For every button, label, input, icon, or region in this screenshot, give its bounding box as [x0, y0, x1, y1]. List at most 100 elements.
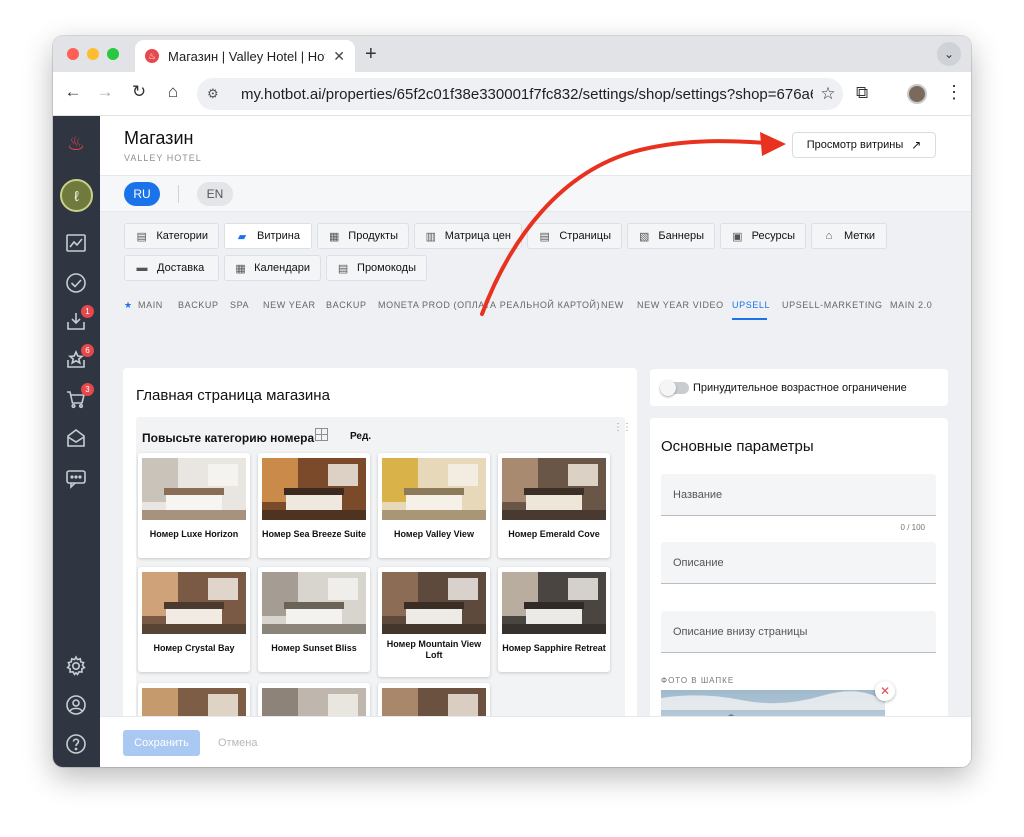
language-en[interactable]: EN: [197, 182, 233, 206]
remove-photo-icon[interactable]: ✕: [875, 681, 895, 701]
tab-label: Продукты: [348, 230, 398, 242]
tab-strip: ♨ Магазин | Valley Hotel | Hotbot ✕ + ⌄: [53, 36, 971, 72]
analytics-icon[interactable]: [63, 230, 89, 256]
bottom-description-field-label: Описание внизу страницы: [673, 626, 808, 638]
name-field-label: Название: [673, 489, 723, 501]
room-card[interactable]: Номер Mountain View Loft: [378, 567, 490, 677]
maximize-window-button[interactable]: [107, 48, 119, 60]
tab-price-matrix[interactable]: ▥ Матрица цен: [414, 223, 522, 249]
room-card[interactable]: Номер Luxe Horizon: [138, 453, 250, 558]
extensions-icon[interactable]: ⧉: [856, 83, 868, 103]
external-link-icon: ↗: [911, 138, 922, 152]
tab-tags[interactable]: ⌂ Метки: [811, 223, 887, 249]
tab-products[interactable]: ▦ Продукты: [317, 223, 409, 249]
category-icon: ▤: [136, 230, 147, 243]
browser-menu-icon[interactable]: ⋮: [945, 82, 963, 103]
tag-icon: ⌂: [825, 230, 833, 242]
language-ru[interactable]: RU: [124, 182, 160, 206]
close-window-button[interactable]: [67, 48, 79, 60]
chat-icon[interactable]: [63, 465, 89, 491]
tab-promocodes[interactable]: ▤ Промокоды: [326, 255, 427, 281]
grid-layout-icon[interactable]: [315, 428, 328, 441]
back-icon[interactable]: ←: [61, 82, 85, 102]
close-tab-icon[interactable]: ✕: [333, 48, 345, 65]
room-card[interactable]: Номер Sea Breeze Suite: [258, 453, 370, 558]
tab-delivery[interactable]: ▬ Доставка: [124, 255, 219, 281]
description-field[interactable]: Описание: [661, 542, 936, 584]
section-tab[interactable]: MAIN 2.0: [890, 300, 932, 310]
shop-main-page-title: Главная страница магазина: [136, 387, 330, 404]
section-tab[interactable]: NEW: [601, 300, 624, 310]
tab-pages[interactable]: ▤ Страницы: [527, 223, 622, 249]
help-icon[interactable]: [63, 731, 89, 757]
room-name: Номер Sapphire Retreat: [502, 643, 606, 653]
tab-label: Витрина: [257, 230, 300, 242]
tab-categories[interactable]: ▤ Категории: [124, 223, 219, 249]
cancel-button[interactable]: Отмена: [218, 737, 257, 749]
section-tab[interactable]: NEW YEAR VIDEO: [637, 300, 724, 310]
name-field[interactable]: Название: [661, 474, 936, 516]
language-divider: [178, 185, 179, 203]
cart-badge: 3: [81, 383, 94, 396]
save-button[interactable]: Сохранить: [123, 730, 200, 756]
star-icon: ★: [124, 300, 133, 310]
language-bar: RU EN: [100, 176, 971, 212]
new-tab-icon[interactable]: +: [365, 44, 377, 64]
header-photo-label: ФОТО В ШАПКЕ: [661, 676, 735, 685]
section-tabs: ★ MAIN BACKUP SPA NEW YEAR BACKUP MONETA…: [124, 298, 954, 322]
address-bar[interactable]: ⚙ my.hotbot.ai/properties/65f2c01f38e330…: [197, 78, 843, 110]
resources-icon: ▣: [732, 230, 743, 243]
settings-gear-icon[interactable]: [63, 653, 89, 679]
section-tab[interactable]: SPA: [230, 300, 249, 310]
profile-avatar[interactable]: [907, 84, 927, 104]
room-card[interactable]: Номер Sapphire Retreat: [498, 567, 610, 672]
reviews-badge: 6: [81, 344, 94, 357]
drag-handle-icon[interactable]: ⋮⋮: [613, 422, 632, 433]
section-tab-active[interactable]: UPSELL: [732, 300, 770, 310]
reload-icon[interactable]: ↻: [127, 82, 151, 102]
room-card[interactable]: Номер Crystal Bay: [138, 567, 250, 672]
section-tab[interactable]: UPSELL-MARKETING: [782, 300, 883, 310]
tab-banners[interactable]: ▧ Баннеры: [627, 223, 715, 249]
tab-calendars[interactable]: ▦ Календари: [224, 255, 321, 281]
banners-icon: ▧: [638, 230, 650, 243]
app-sidebar: ♨ ℓ 1 6 3: [53, 116, 100, 767]
tab-search-chevron-icon[interactable]: ⌄: [937, 42, 961, 66]
bookmark-star-icon[interactable]: ☆: [813, 84, 843, 104]
forward-icon[interactable]: →: [93, 82, 117, 102]
page-header: Магазин VALLEY HOTEL Просмотр витрины ↗: [100, 116, 971, 176]
tab-title: Магазин | Valley Hotel | Hotbot: [168, 48, 325, 64]
section-tab[interactable]: BACKUP: [178, 300, 219, 310]
property-avatar[interactable]: ℓ: [60, 179, 93, 212]
user-profile-icon[interactable]: [63, 692, 89, 718]
browser-toolbar: ← → ↻ ⌂ ⚙ my.hotbot.ai/properties/65f2c0…: [53, 72, 971, 116]
section-tab[interactable]: MONETA PROD (ОПЛАТА РЕАЛЬНОЙ КАРТОЙ): [378, 300, 600, 310]
room-photo: [262, 458, 366, 520]
room-photo: [382, 458, 486, 520]
room-card[interactable]: Номер Emerald Cove: [498, 453, 610, 558]
preview-showcase-button[interactable]: Просмотр витрины ↗: [792, 132, 936, 158]
home-icon[interactable]: ⌂: [161, 82, 185, 102]
section-tab[interactable]: MAIN: [138, 300, 163, 310]
mailing-icon[interactable]: [63, 425, 89, 451]
tab-resources[interactable]: ▣ Ресурсы: [720, 223, 806, 249]
room-card[interactable]: Номер Sunset Bliss: [258, 567, 370, 672]
hotbot-logo-icon[interactable]: ♨: [63, 130, 89, 156]
tasks-icon[interactable]: [63, 270, 89, 296]
main-parameters-panel: Основные параметры Название 0 / 100 Опис…: [650, 418, 948, 767]
room-card[interactable]: Номер Valley View: [378, 453, 490, 558]
hotbot-favicon-icon: ♨: [145, 49, 159, 63]
inbox-badge: 1: [81, 305, 94, 318]
section-tab[interactable]: NEW YEAR: [263, 300, 316, 310]
minimize-window-button[interactable]: [87, 48, 99, 60]
room-photo: [502, 572, 606, 634]
tab-showcase[interactable]: ▰ Витрина: [224, 223, 312, 249]
upsell-block: Повысьте категорию номера Ред. ⋮⋮ Номер …: [136, 417, 632, 767]
site-settings-icon[interactable]: ⚙: [207, 86, 227, 102]
browser-tab[interactable]: ♨ Магазин | Valley Hotel | Hotbot ✕: [135, 40, 355, 72]
room-photo: [502, 458, 606, 520]
bottom-description-field[interactable]: Описание внизу страницы: [661, 611, 936, 653]
edit-block-button[interactable]: Ред.: [350, 431, 371, 442]
age-restriction-toggle[interactable]: [660, 380, 689, 396]
section-tab[interactable]: BACKUP: [326, 300, 367, 310]
